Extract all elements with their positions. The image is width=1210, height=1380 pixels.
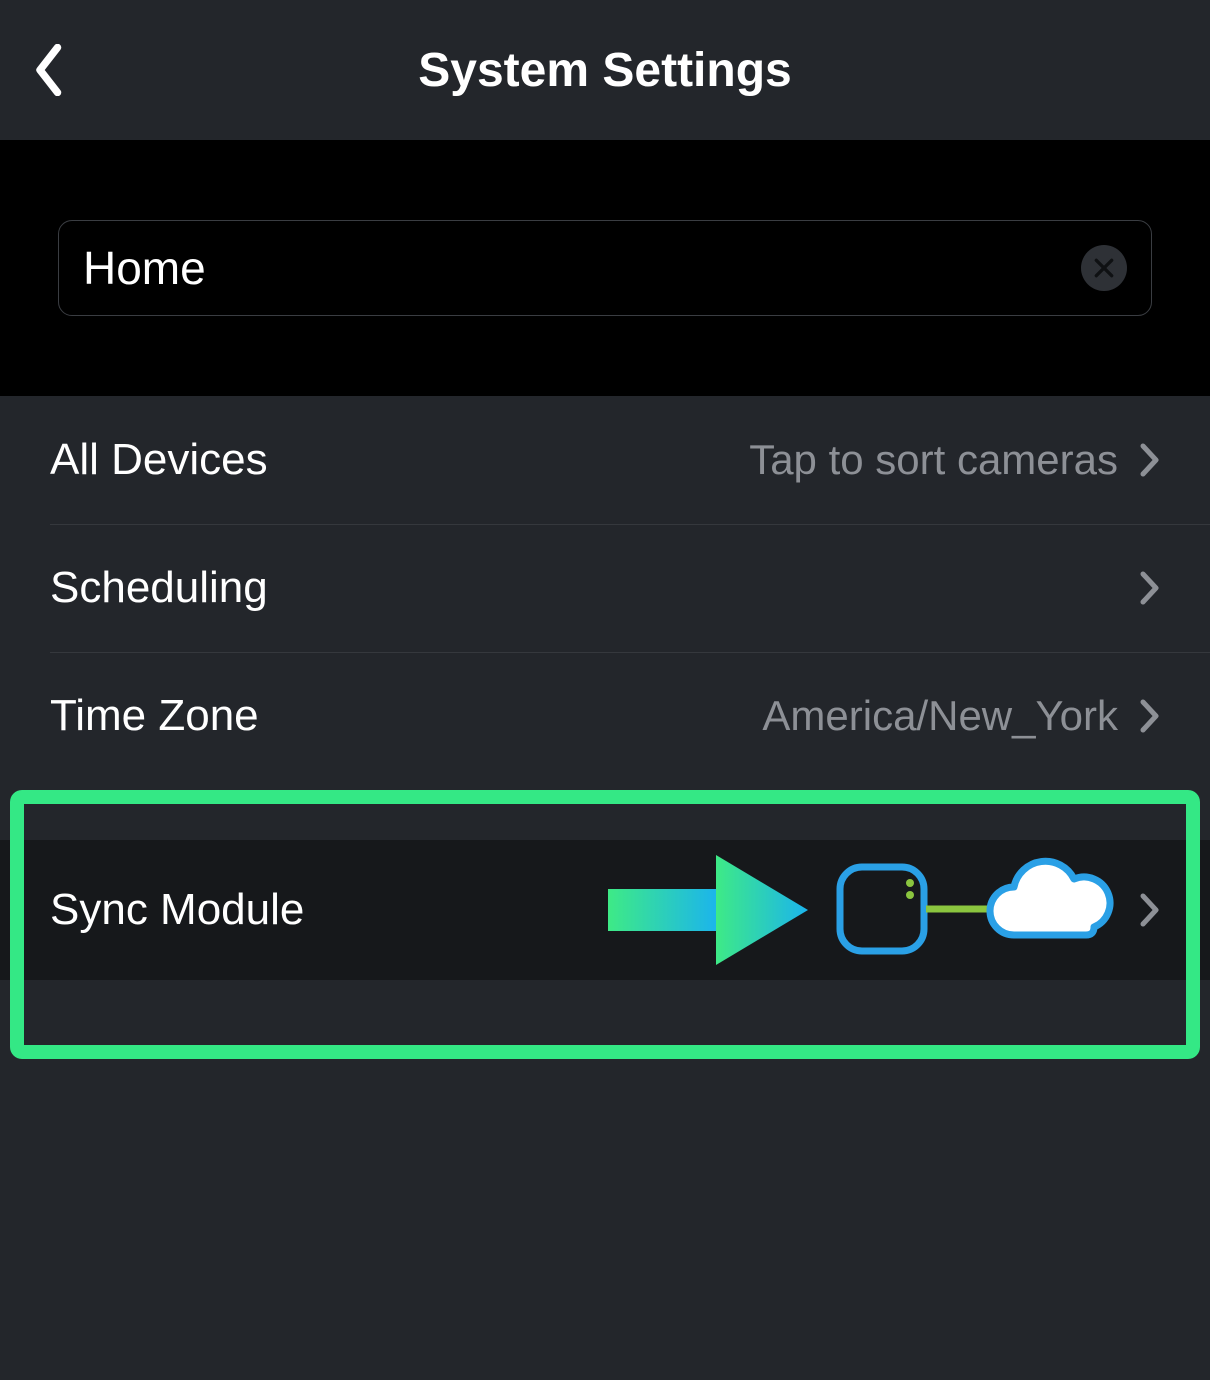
system-name-field-wrap [58, 220, 1152, 316]
chevron-right-icon [1140, 443, 1160, 477]
row-right [1118, 571, 1160, 605]
row-value: America/New_York [762, 692, 1118, 740]
row-right: Tap to sort cameras [749, 436, 1160, 484]
chevron-right-icon [1140, 571, 1160, 605]
sync-right [608, 855, 1160, 965]
chevron-right-icon [1140, 699, 1160, 733]
sync-module-status-icon [834, 855, 1114, 965]
page-title: System Settings [0, 43, 1210, 98]
clear-name-button[interactable] [1081, 245, 1127, 291]
row-label: Time Zone [50, 691, 259, 741]
row-right: America/New_York [762, 692, 1160, 740]
settings-list: All Devices Tap to sort cameras Scheduli… [0, 396, 1210, 780]
close-icon [1093, 257, 1115, 279]
header-bar: System Settings [0, 0, 1210, 140]
back-button[interactable] [28, 40, 72, 100]
row-label: All Devices [50, 435, 268, 485]
bottom-padding [0, 980, 1210, 1380]
row-value: Tap to sort cameras [749, 436, 1118, 484]
row-sync-module[interactable]: Sync Module [0, 840, 1210, 980]
arrow-right-icon [608, 855, 808, 965]
system-name-input[interactable] [83, 241, 1081, 295]
section-gap [0, 780, 1210, 840]
chevron-right-icon [1140, 893, 1160, 927]
row-label: Sync Module [50, 885, 304, 935]
system-name-section [0, 140, 1210, 396]
sync-module-section: Sync Module [0, 840, 1210, 980]
row-label: Scheduling [50, 563, 268, 613]
row-time-zone[interactable]: Time Zone America/New_York [0, 652, 1210, 780]
row-all-devices[interactable]: All Devices Tap to sort cameras [0, 396, 1210, 524]
chevron-left-icon [35, 44, 65, 96]
row-scheduling[interactable]: Scheduling [0, 524, 1210, 652]
